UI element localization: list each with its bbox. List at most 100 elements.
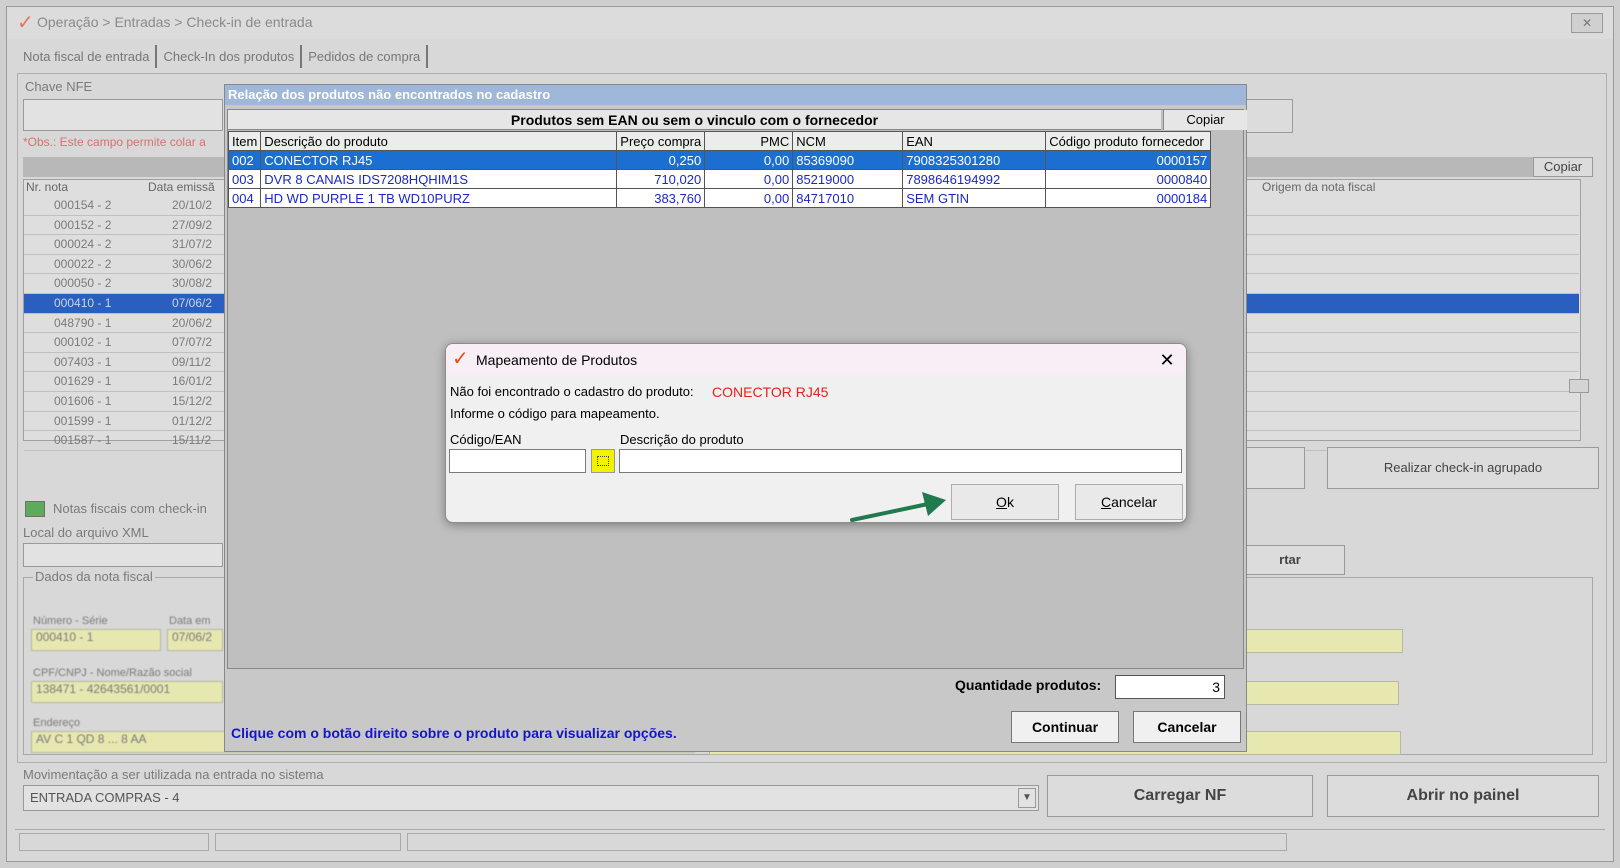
obs-text: *Obs.: Este campo permite colar a: [23, 135, 206, 149]
data-cell: 20/06/2: [172, 315, 213, 330]
xml-label: Local do arquivo XML: [23, 525, 149, 540]
window-title: Operação > Entradas > Check-in de entrad…: [37, 14, 313, 30]
col-preco[interactable]: Preço compra: [616, 131, 706, 151]
cancelar-relacao-button[interactable]: Cancelar: [1133, 711, 1241, 743]
data-cell: 07/07/2: [172, 335, 213, 350]
col-data-emissao: Data emissã: [148, 180, 215, 194]
desc-cell: HD WD PURPLE 1 TB WD10PURZ: [260, 188, 618, 208]
nota-cell: 007403 - 1: [54, 354, 112, 369]
carregar-nf-button[interactable]: Carregar NF: [1047, 775, 1313, 817]
ncm-cell: 85219000: [792, 169, 904, 189]
ncm-cell: 85369090: [792, 150, 904, 170]
movimentacao-label: Movimentação a ser utilizada na entrada …: [23, 767, 324, 782]
item-cell: 004: [227, 188, 262, 208]
chevron-down-icon[interactable]: ▼: [1018, 788, 1036, 808]
tab-pedidos-compra[interactable]: Pedidos de compra: [302, 45, 429, 68]
desc-cell: DVR 8 CANAIS IDS7208HQHIM1S: [260, 169, 618, 189]
status-bar: [15, 829, 1605, 853]
movimentacao-select[interactable]: ENTRADA COMPRAS - 4 ▼: [23, 785, 1039, 811]
nota-cell: 001606 - 1: [54, 393, 112, 408]
numero-serie-label: Número - Série: [33, 615, 108, 627]
status-panel-1: [19, 833, 209, 851]
dialog-title: Relação dos produtos não encontrados no …: [225, 85, 1246, 105]
nfe-copy-button[interactable]: Copiar: [1533, 157, 1593, 177]
tab-nota-fiscal[interactable]: Nota fiscal de entrada: [17, 45, 158, 68]
chave-nfe-input[interactable]: [23, 99, 223, 131]
quantidade-label: Quantidade produtos:: [955, 677, 1102, 693]
data-cell: 31/07/2: [172, 237, 213, 252]
nota-cell: 000410 - 1: [54, 295, 112, 310]
nota-cell: 000050 - 2: [54, 276, 112, 291]
app-logo-icon: ✓: [452, 346, 469, 370]
right-click-hint: Clique com o botão direito sobre o produ…: [231, 725, 677, 741]
pmc-cell: 0,00: [704, 150, 794, 170]
data-cell: 09/11/2: [172, 354, 212, 369]
nota-cell: 001599 - 1: [54, 413, 112, 428]
nota-cell: 000102 - 1: [54, 335, 112, 350]
codigo-ean-label: Código/EAN: [450, 432, 522, 447]
data-cell: 30/08/2: [172, 276, 213, 291]
descricao-produto-input[interactable]: [619, 449, 1182, 473]
ok-rest: k: [1006, 494, 1014, 510]
right-field-1: [1235, 629, 1403, 653]
col-nr-nota: Nr. nota: [26, 180, 69, 194]
descricao-produto-label: Descrição do produto: [620, 432, 744, 447]
modal-title-bar: ✓ Mapeamento de Produtos ✕: [446, 344, 1186, 375]
numero-serie-field: 000410 - 1: [31, 629, 161, 651]
data-emissao-field: 07/06/2: [167, 629, 223, 651]
chave-nfe-label: Chave NFE: [25, 79, 93, 94]
continuar-button[interactable]: Continuar: [1011, 711, 1119, 743]
pmc-cell: 0,00: [704, 188, 794, 208]
cancelar-modal-button[interactable]: Cancelar: [1075, 484, 1183, 520]
data-cell: 15/11/2: [172, 433, 212, 448]
data-cell: 07/06/2: [172, 295, 213, 310]
modal-title: Mapeamento de Produtos: [476, 352, 638, 368]
col-origem: Origem da nota fiscal: [1262, 180, 1376, 194]
ok-mnemonic: O: [996, 494, 1007, 510]
col-codigo-fornecedor[interactable]: Código produto fornecedor: [1045, 131, 1212, 151]
endereco-label: Endereço: [33, 717, 81, 729]
tab-checkin-produtos[interactable]: Check-In dos produtos: [157, 45, 303, 68]
produtos-grid-header: Produtos sem EAN ou sem o vinculo com o …: [228, 110, 1161, 130]
data-cell: 27/09/2: [172, 217, 213, 232]
col-ncm[interactable]: NCM: [792, 131, 904, 151]
checkin-legend-swatch: [25, 501, 45, 517]
preco-cell: 0,250: [616, 150, 706, 170]
grouped-checkin-button[interactable]: Realizar check-in agrupado: [1327, 447, 1599, 489]
data-cell: 20/10/2: [172, 198, 213, 212]
col-item[interactable]: Item: [227, 131, 262, 151]
grid-scrollbar-thumb[interactable]: [1569, 379, 1589, 393]
col-descricao[interactable]: Descrição do produto: [260, 131, 618, 151]
nota-cell: 048790 - 1: [54, 315, 112, 330]
ean-cell: 7898646194992: [902, 169, 1047, 189]
import-button[interactable]: rtar: [1235, 545, 1345, 575]
produtos-table-header-row: Item Descrição do produto Preço compra P…: [227, 131, 1212, 151]
xml-path-input[interactable]: [23, 543, 223, 567]
app-logo-icon: ✓: [17, 10, 34, 34]
codigo-ean-input[interactable]: [449, 449, 586, 473]
col-pmc[interactable]: PMC: [704, 131, 794, 151]
abrir-painel-button[interactable]: Abrir no painel: [1327, 775, 1599, 817]
dados-nota-label: Dados da nota fiscal: [33, 569, 155, 584]
codigo-cell: 0000157: [1045, 150, 1212, 170]
table-row[interactable]: 004 HD WD PURPLE 1 TB WD10PURZ 383,760 0,00…: [227, 188, 1212, 208]
mapeamento-produtos-modal: ✓ Mapeamento de Produtos ✕ Não foi encon…: [445, 343, 1187, 523]
table-row[interactable]: 003 DVR 8 CANAIS IDS7208HQHIM1S 710,020 0,0…: [227, 169, 1212, 189]
ncm-cell: 84717010: [792, 188, 904, 208]
produtos-copy-button[interactable]: Copiar: [1163, 110, 1247, 130]
title-bar: ✓ Operação > Entradas > Check-in de entr…: [7, 7, 1613, 39]
close-icon[interactable]: ✕: [1154, 347, 1180, 373]
search-product-button[interactable]: [591, 449, 615, 473]
cancelar-rest: ancelar: [1111, 494, 1158, 510]
col-ean[interactable]: EAN: [902, 131, 1047, 151]
data-emissao-label: Data em: [169, 615, 211, 627]
desc-cell: CONECTOR RJ45: [260, 150, 618, 170]
item-cell: 002: [227, 150, 262, 170]
window-close-button[interactable]: ✕: [1571, 13, 1603, 33]
mapping-instruction: Informe o código para mapeamento.: [450, 406, 660, 421]
table-row[interactable]: 002 CONECTOR RJ45 0,250 0,00 85369090 7908325…: [227, 150, 1212, 170]
ok-button[interactable]: Ok: [951, 484, 1059, 520]
not-found-message: Não foi encontrado o cadastro do produto…: [450, 384, 694, 399]
nota-cell: 000152 - 2: [54, 217, 112, 232]
data-cell: 16/01/2: [172, 374, 213, 389]
